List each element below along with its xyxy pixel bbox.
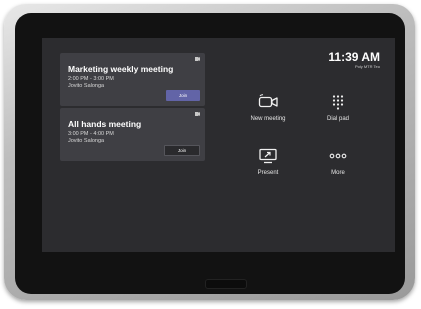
meeting-title: All hands meeting xyxy=(68,119,142,129)
meeting-card[interactable]: Marketing weekly meeting 2:00 PM - 3:00 … xyxy=(60,53,205,106)
dial-pad-button[interactable]: Dial pad xyxy=(313,93,363,122)
teams-meeting-icon xyxy=(195,112,200,116)
present-button[interactable]: Present xyxy=(243,147,293,176)
more-label: More xyxy=(331,170,345,176)
new-meeting-button[interactable]: New meeting xyxy=(243,93,293,122)
new-meeting-label: New meeting xyxy=(250,116,286,122)
join-button[interactable]: Join xyxy=(164,145,200,156)
present-screen-icon xyxy=(259,148,277,164)
meeting-card[interactable]: All hands meeting 3:00 PM - 4:00 PM Jovi… xyxy=(60,108,205,161)
present-label: Present xyxy=(257,170,279,176)
meeting-time: 3:00 PM - 4:00 PM xyxy=(68,131,114,137)
meeting-title: Marketing weekly meeting xyxy=(68,64,174,74)
teams-meeting-icon xyxy=(195,57,200,61)
dial-pad-label: Dial pad xyxy=(326,116,349,122)
clock: 11:39 AM xyxy=(328,50,380,64)
more-dots-icon xyxy=(329,153,347,159)
video-camera-icon xyxy=(258,94,278,108)
teams-room-screen: Marketing weekly meeting 2:00 PM - 3:00 … xyxy=(42,38,395,252)
device-logo-plate xyxy=(205,279,247,289)
meeting-organizer: Jovito Salonga xyxy=(68,83,105,89)
more-button[interactable]: More xyxy=(313,147,363,176)
dial-pad-icon xyxy=(332,95,344,110)
join-button[interactable]: Join xyxy=(166,90,200,101)
room-device-name: Poly MTR Teo xyxy=(354,64,380,69)
meeting-organizer: Jovito Salonga xyxy=(68,138,105,144)
meeting-time: 2:00 PM - 3:00 PM xyxy=(68,76,114,82)
